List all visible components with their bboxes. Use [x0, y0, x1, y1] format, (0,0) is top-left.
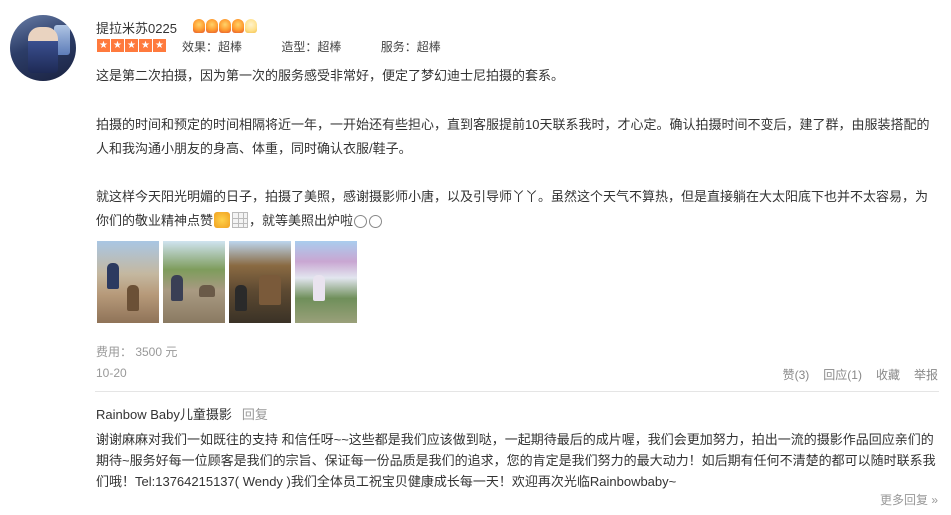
- review-text: ，就等美照出炉啦: [249, 213, 354, 228]
- level-badge-icon: [245, 19, 257, 33]
- review-actions: 赞(3) 回应(1) 收藏 举报: [783, 366, 938, 383]
- star-icon: ★: [139, 39, 152, 52]
- user-level-badges: [193, 19, 257, 33]
- level-badge-icon: [206, 19, 218, 33]
- score-styling: 造型：超棒: [281, 40, 342, 54]
- review-photo[interactable]: [163, 241, 225, 323]
- score-effect: 效果：超棒: [182, 40, 243, 54]
- like-button[interactable]: 赞(3): [783, 366, 810, 383]
- star-icon: ★: [111, 39, 124, 52]
- star-icon: ★: [125, 39, 138, 52]
- avatar-figure: [28, 27, 58, 73]
- merchant-name[interactable]: Rainbow Baby儿童摄影: [96, 407, 232, 422]
- collect-button[interactable]: 收藏: [876, 366, 900, 383]
- review-photos: [97, 241, 357, 323]
- review-photo[interactable]: [97, 241, 159, 323]
- level-badge-icon: [219, 19, 231, 33]
- grin-emoji-icon: [354, 215, 368, 228]
- score-breakdown: 效果：超棒 造型：超棒 服务：超棒: [182, 38, 477, 55]
- fee-text: 费用： 3500 元: [96, 345, 178, 359]
- more-replies-link[interactable]: 更多回复 »: [880, 491, 938, 508]
- level-badge-icon: [193, 19, 205, 33]
- star-icon: ★: [97, 39, 110, 52]
- review-paragraph-3: 就这样今天阳光明媚的日子，拍摄了美照，感谢摄影师小唐，以及引导师丫丫。虽然这个天…: [96, 185, 936, 233]
- reply-count-button[interactable]: 回应(1): [823, 366, 862, 383]
- level-badge-icon: [232, 19, 244, 33]
- report-button[interactable]: 举报: [914, 366, 938, 383]
- username[interactable]: 提拉米苏0225: [96, 18, 177, 37]
- review-paragraph-1: 这是第二次拍摄，因为第一次的服务感受非常好，便定了梦幻迪士尼拍摄的套系。: [96, 68, 565, 83]
- clap-emoji-icon: [232, 212, 249, 228]
- reply-button[interactable]: 回复: [242, 407, 268, 422]
- rating-stars: ★ ★ ★ ★ ★: [97, 39, 166, 52]
- review-date: 10-20: [96, 366, 127, 380]
- merchant-reply-header: Rainbow Baby儿童摄影 回复: [96, 404, 939, 424]
- merchant-reply-text: 谢谢麻麻对我们一如既往的支持 和信任呀~~这些都是我们应该做到哒，一起期待最后的…: [96, 432, 936, 489]
- divider: [95, 391, 939, 392]
- grin-emoji-icon: [369, 215, 383, 228]
- score-service: 服务：超棒: [380, 40, 441, 54]
- star-icon: ★: [153, 39, 166, 52]
- review-paragraph-2: 拍摄的时间和预定的时间相隔将近一年，一开始还有些担心，直到客服提前10天联系我时…: [96, 117, 930, 156]
- thumbs-up-emoji-icon: [214, 212, 231, 228]
- review-photo[interactable]: [229, 241, 291, 323]
- review-photo[interactable]: [295, 241, 357, 323]
- user-avatar[interactable]: [10, 15, 76, 81]
